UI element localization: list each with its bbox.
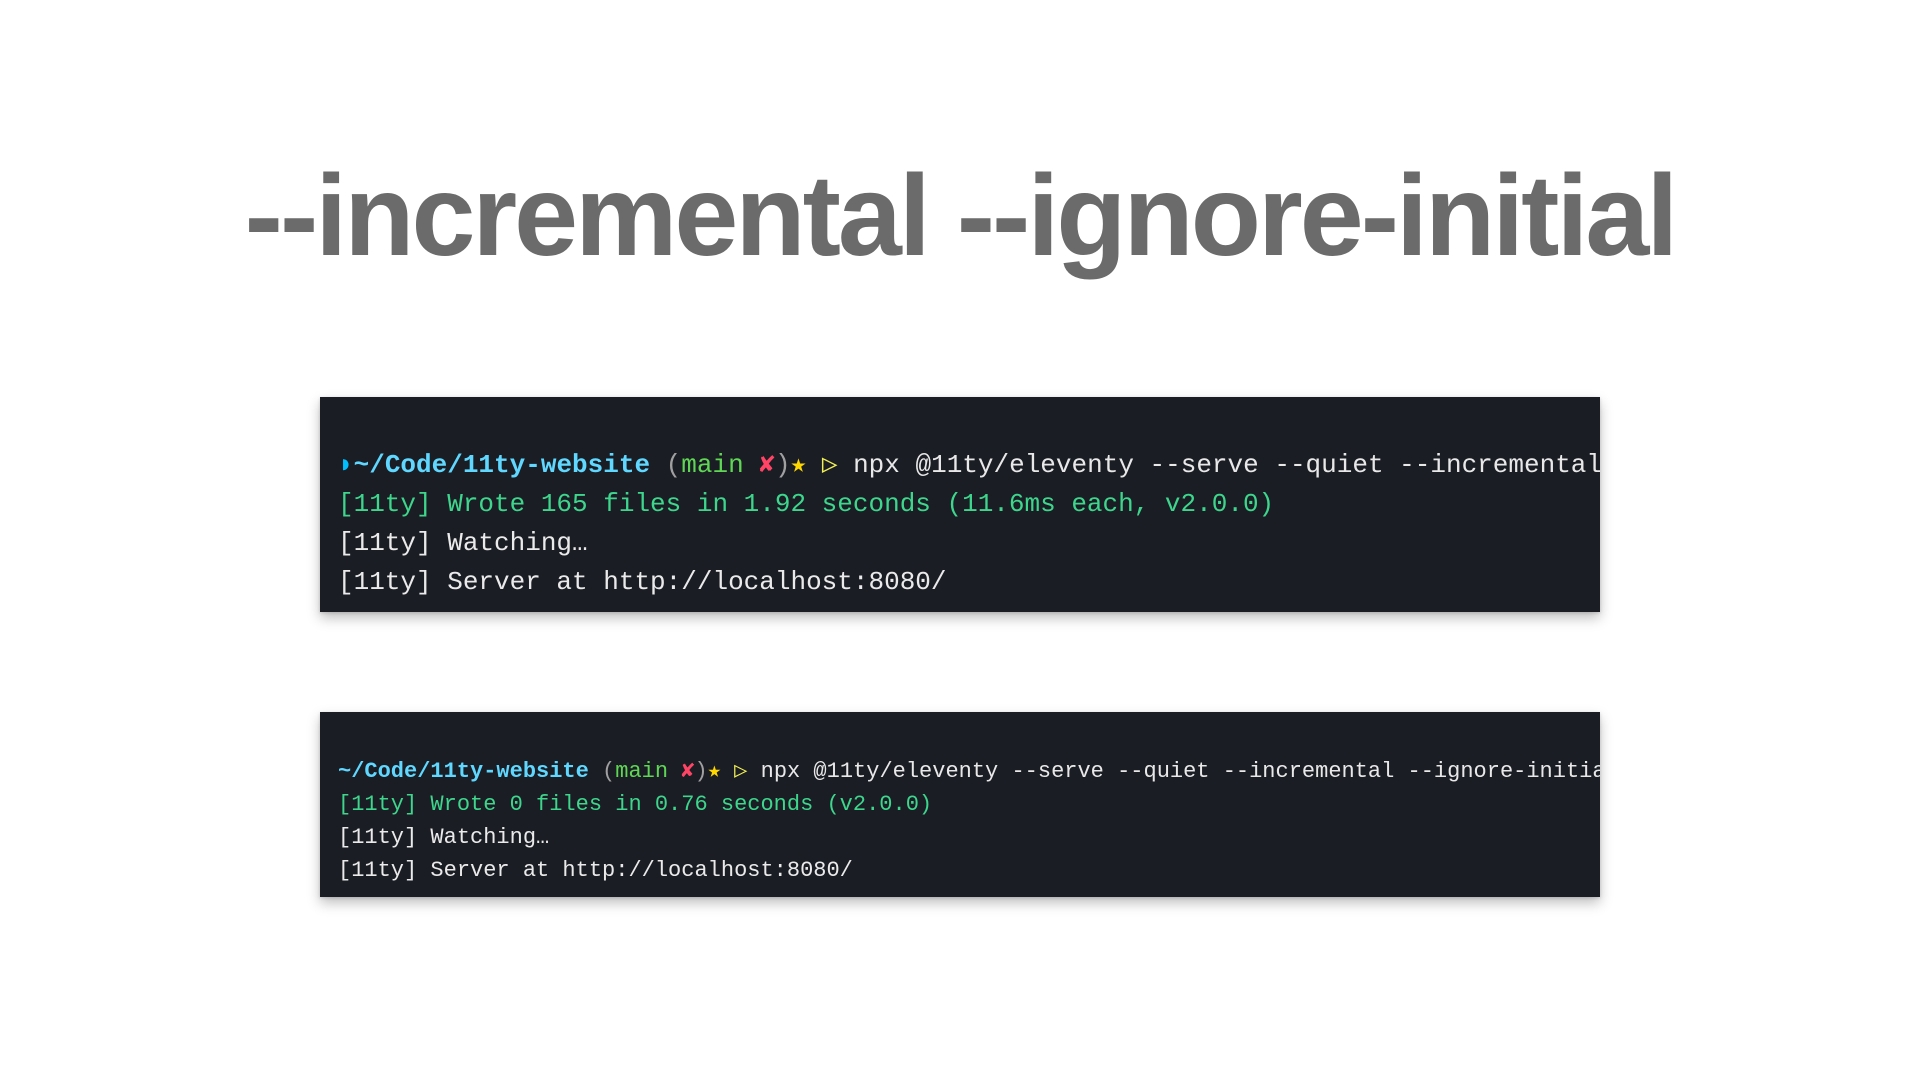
terminals-wrapper: ◗~/Code/11ty-website (main ✘)★ ▷ npx @11… <box>0 397 1920 897</box>
branch-name: main <box>615 759 681 784</box>
branch-name: main <box>681 450 759 480</box>
terminal-output-incremental: ◗~/Code/11ty-website (main ✘)★ ▷ npx @11… <box>320 397 1600 612</box>
star-icon: ★ <box>791 450 807 480</box>
dirty-icon: ✘ <box>759 450 775 480</box>
log-server: [11ty] Server at http://localhost:8080/ <box>338 567 947 597</box>
log-watching: [11ty] Watching… <box>338 825 549 850</box>
log-wrote-files: [11ty] Wrote 165 files in 1.92 seconds (… <box>338 489 1274 519</box>
prompt-indicator-icon: ◗ <box>338 450 354 480</box>
command-text: npx @11ty/eleventy --serve --quiet --inc… <box>853 450 1600 480</box>
star-icon: ★ <box>708 759 721 784</box>
prompt-path: ~/Code/11ty-website <box>338 759 589 784</box>
prompt-line: ◗~/Code/11ty-website (main ✘)★ ▷ npx @11… <box>338 450 1600 480</box>
prompt-triangle-icon: ▷ <box>806 450 853 480</box>
log-server: [11ty] Server at http://localhost:8080/ <box>338 858 853 883</box>
paren-open: ( <box>589 759 615 784</box>
terminal-output-ignore-initial: ~/Code/11ty-website (main ✘)★ ▷ npx @11t… <box>320 712 1600 897</box>
prompt-path: ~/Code/11ty-website <box>354 450 650 480</box>
slide-title: --incremental --ignore-initial <box>245 150 1676 282</box>
prompt-line: ~/Code/11ty-website (main ✘)★ ▷ npx @11t… <box>338 759 1600 784</box>
prompt-triangle-icon: ▷ <box>721 759 761 784</box>
command-text: npx @11ty/eleventy --serve --quiet --inc… <box>761 759 1600 784</box>
paren-close: ) <box>775 450 791 480</box>
log-watching: [11ty] Watching… <box>338 528 588 558</box>
log-wrote-files: [11ty] Wrote 0 files in 0.76 seconds (v2… <box>338 792 932 817</box>
dirty-icon: ✘ <box>681 759 694 784</box>
paren-open: ( <box>650 450 681 480</box>
paren-close: ) <box>695 759 708 784</box>
